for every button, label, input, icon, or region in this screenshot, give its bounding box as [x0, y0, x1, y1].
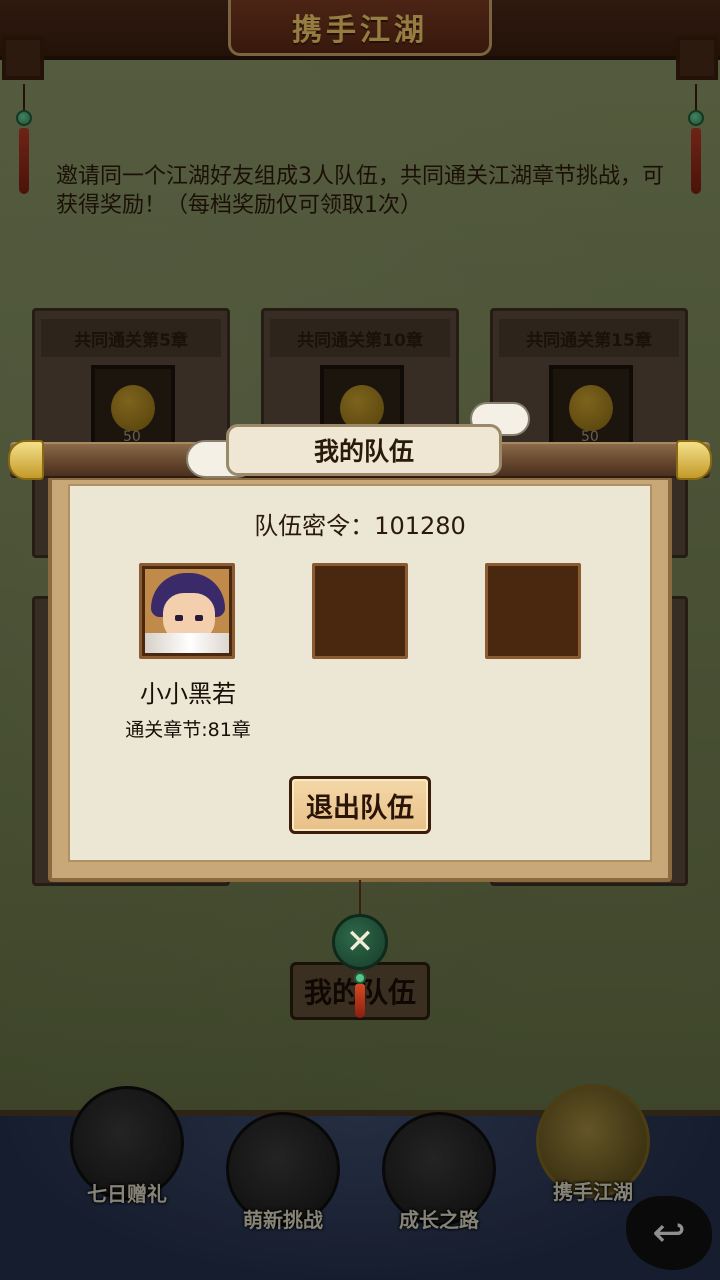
scroll-cap-right	[676, 440, 712, 480]
member-name: 小小黑若	[140, 680, 236, 708]
member-slot-1[interactable]	[139, 563, 235, 659]
close-bead	[354, 972, 366, 984]
member-chapter: 通关章节:81章	[125, 719, 251, 741]
exit-team-button[interactable]: 退出队伍	[289, 776, 431, 834]
scroll-cap-left	[8, 440, 44, 480]
avatar	[145, 569, 229, 653]
modal-title: 我的队伍	[313, 437, 414, 466]
close-tassel	[355, 984, 365, 1018]
modal-title-box: 我的队伍	[226, 424, 502, 476]
member-slot-2-empty[interactable]	[312, 563, 408, 659]
team-code: 队伍密令：101280	[254, 512, 466, 540]
member-slot-3-empty[interactable]	[485, 563, 581, 659]
close-icon[interactable]: ✕	[332, 914, 388, 970]
